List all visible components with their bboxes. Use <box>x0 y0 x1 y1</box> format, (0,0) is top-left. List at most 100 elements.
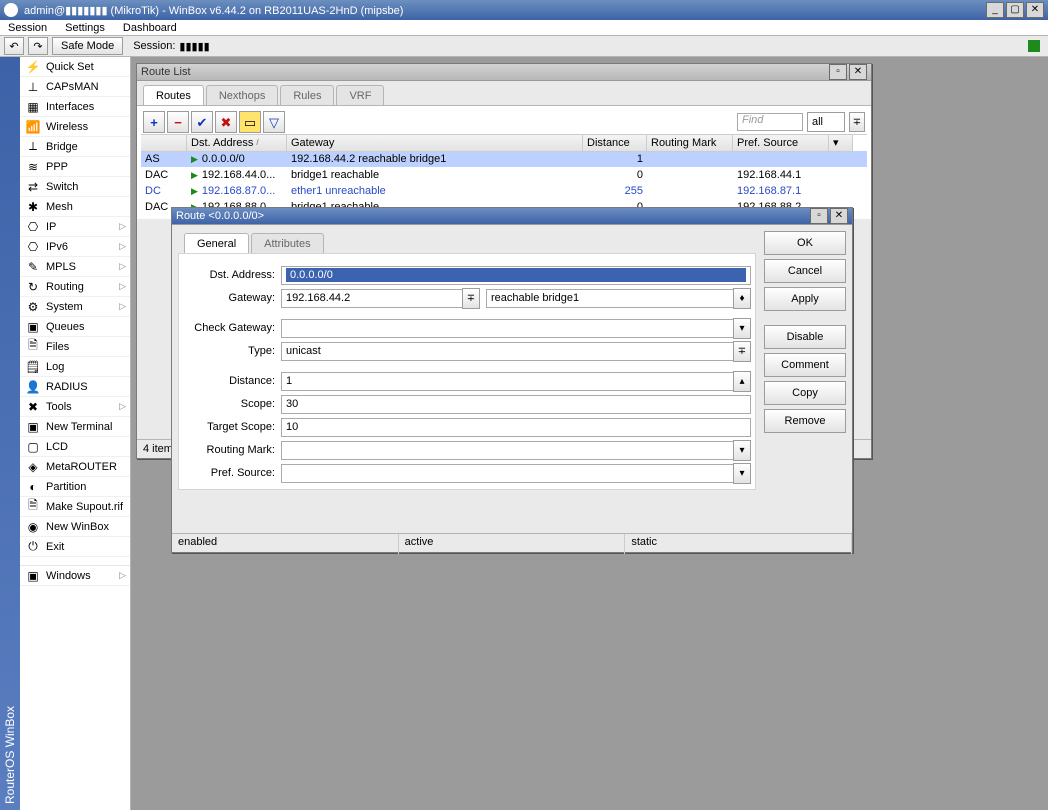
table-row[interactable]: DAC▶192.168.44.0...bridge1 reachable0192… <box>141 167 867 183</box>
ok-button[interactable]: OK <box>764 231 846 255</box>
route-detail-titlebar[interactable]: Route <0.0.0.0/0> ▫ ✕ <box>172 208 852 225</box>
sidebar-item[interactable]: ≋PPP <box>20 157 130 177</box>
sidebar-item[interactable]: ⊥CAPsMAN <box>20 77 130 97</box>
enable-button[interactable]: ✔ <box>191 111 213 133</box>
tab-rules[interactable]: Rules <box>280 85 334 105</box>
chevron-right-icon: ▷ <box>119 261 126 272</box>
tab-general[interactable]: General <box>184 233 249 253</box>
sidebar-item[interactable]: 👤RADIUS <box>20 377 130 397</box>
menu-session[interactable]: Session <box>8 22 47 34</box>
filter-scope-select[interactable]: all <box>807 112 845 132</box>
filter-button[interactable]: ▽ <box>263 111 285 133</box>
cancel-button[interactable]: Cancel <box>764 259 846 283</box>
col-pref-source[interactable]: Pref. Source <box>733 135 829 152</box>
windows-icon: ▣ <box>26 569 40 583</box>
routedet-restore-button[interactable]: ▫ <box>810 208 828 224</box>
sidebar-icon: ▦ <box>26 100 40 114</box>
col-flags[interactable] <box>141 135 187 152</box>
col-dst[interactable]: Dst. Address/ <box>187 135 287 152</box>
menu-dashboard[interactable]: Dashboard <box>123 22 177 34</box>
sidebar-item[interactable]: ▦Interfaces <box>20 97 130 117</box>
sidebar-item[interactable]: ⟂Bridge <box>20 137 130 157</box>
routedet-close-button[interactable]: ✕ <box>830 208 848 224</box>
routing-mark-input[interactable] <box>281 441 734 460</box>
sidebar-item[interactable]: 🗎Files <box>20 337 130 357</box>
gateway-dropdown-button[interactable]: ∓ <box>462 288 480 309</box>
dst-address-input[interactable]: 0.0.0.0/0 <box>281 266 751 285</box>
tab-attributes[interactable]: Attributes <box>251 233 323 253</box>
sidebar-item[interactable]: 🗒Log <box>20 357 130 377</box>
form-comment-button[interactable]: Comment <box>764 353 846 377</box>
routelist-restore-button[interactable]: ▫ <box>829 64 847 80</box>
add-button[interactable]: + <box>143 111 165 133</box>
copy-button[interactable]: Copy <box>764 381 846 405</box>
sidebar-item[interactable]: ⏻Exit <box>20 537 130 557</box>
filter-dropdown-button[interactable]: ∓ <box>849 112 865 132</box>
sidebar-item[interactable]: ◐Partition <box>20 477 130 497</box>
sidebar-item[interactable]: ↻Routing▷ <box>20 277 130 297</box>
sidebar-item[interactable]: ⎔IP▷ <box>20 217 130 237</box>
status-static: static <box>625 534 852 554</box>
sidebar-item[interactable]: ▢LCD <box>20 437 130 457</box>
safe-mode-button[interactable]: Safe Mode <box>52 37 123 55</box>
pref-source-input[interactable] <box>281 464 734 483</box>
sidebar-item[interactable]: ⚙System▷ <box>20 297 130 317</box>
pref-source-dropdown-button[interactable]: ▾ <box>733 463 751 484</box>
route-detail-window: Route <0.0.0.0/0> ▫ ✕ General Attributes <box>171 207 853 553</box>
cell-dst: ▶192.168.87.0... <box>187 185 287 197</box>
form-remove-button[interactable]: Remove <box>764 409 846 433</box>
route-detail-buttons: OK Cancel Apply Disable Comment Copy Rem… <box>764 231 846 527</box>
comment-button[interactable]: ▭ <box>239 111 261 133</box>
close-button[interactable]: ✕ <box>1026 2 1044 18</box>
sidebar-item-label: Make Supout.rif <box>46 501 123 513</box>
sidebar-item-windows[interactable]: ▣ Windows ▷ <box>20 566 130 586</box>
sidebar-item[interactable]: ⚡Quick Set <box>20 57 130 77</box>
check-gateway-input[interactable] <box>281 319 734 338</box>
redo-button[interactable]: ↷ <box>28 37 48 55</box>
sidebar-item[interactable]: ✱Mesh <box>20 197 130 217</box>
scope-input[interactable]: 30 <box>281 395 751 414</box>
col-routing-mark[interactable]: Routing Mark <box>647 135 733 152</box>
remove-button[interactable]: − <box>167 111 189 133</box>
distance-up-button[interactable]: ▴ <box>733 371 751 392</box>
tab-routes[interactable]: Routes <box>143 85 204 105</box>
apply-button[interactable]: Apply <box>764 287 846 311</box>
minimize-button[interactable]: _ <box>986 2 1004 18</box>
table-row[interactable]: DC▶192.168.87.0...ether1 unreachable2551… <box>141 183 867 199</box>
sidebar-item[interactable]: ✎MPLS▷ <box>20 257 130 277</box>
find-input[interactable]: Find <box>737 113 803 131</box>
sidebar-item[interactable]: ⎔IPv6▷ <box>20 237 130 257</box>
cell-flags: AS <box>141 153 187 165</box>
col-distance[interactable]: Distance <box>583 135 647 152</box>
sidebar-item[interactable]: ▣Queues <box>20 317 130 337</box>
routelist-close-button[interactable]: ✕ <box>849 64 867 80</box>
routing-mark-dropdown-button[interactable]: ▾ <box>733 440 751 461</box>
sidebar-item[interactable]: ◈MetaROUTER <box>20 457 130 477</box>
sidebar-item[interactable]: 📶Wireless <box>20 117 130 137</box>
sidebar-item[interactable]: ▣New Terminal <box>20 417 130 437</box>
disable-button[interactable]: ✖ <box>215 111 237 133</box>
sidebar-item[interactable]: ⇄Switch <box>20 177 130 197</box>
gateway-add-button[interactable]: ♦ <box>733 288 751 309</box>
chevron-right-icon: ▷ <box>119 401 126 412</box>
col-more[interactable]: ▾ <box>829 135 853 152</box>
tab-vrf[interactable]: VRF <box>336 85 384 105</box>
type-input[interactable]: unicast <box>281 342 734 361</box>
form-disable-button[interactable]: Disable <box>764 325 846 349</box>
route-list-titlebar[interactable]: Route List ▫ ✕ <box>137 64 871 81</box>
distance-input[interactable]: 1 <box>281 372 734 391</box>
col-gateway[interactable]: Gateway <box>287 135 583 152</box>
cell-distance: 0 <box>583 169 647 181</box>
sidebar-item[interactable]: ◉New WinBox <box>20 517 130 537</box>
type-dropdown-button[interactable]: ∓ <box>733 341 751 362</box>
gateway-input[interactable]: 192.168.44.2 <box>281 289 463 308</box>
menu-settings[interactable]: Settings <box>65 22 105 34</box>
undo-button[interactable]: ↶ <box>4 37 24 55</box>
sidebar-item[interactable]: 🗎Make Supout.rif <box>20 497 130 517</box>
target-scope-input[interactable]: 10 <box>281 418 751 437</box>
table-row[interactable]: AS▶0.0.0.0/0192.168.44.2 reachable bridg… <box>141 151 867 167</box>
maximize-button[interactable]: ▢ <box>1006 2 1024 18</box>
sidebar-item[interactable]: ✖Tools▷ <box>20 397 130 417</box>
check-gateway-dropdown-button[interactable]: ▾ <box>733 318 751 339</box>
tab-nexthops[interactable]: Nexthops <box>206 85 278 105</box>
